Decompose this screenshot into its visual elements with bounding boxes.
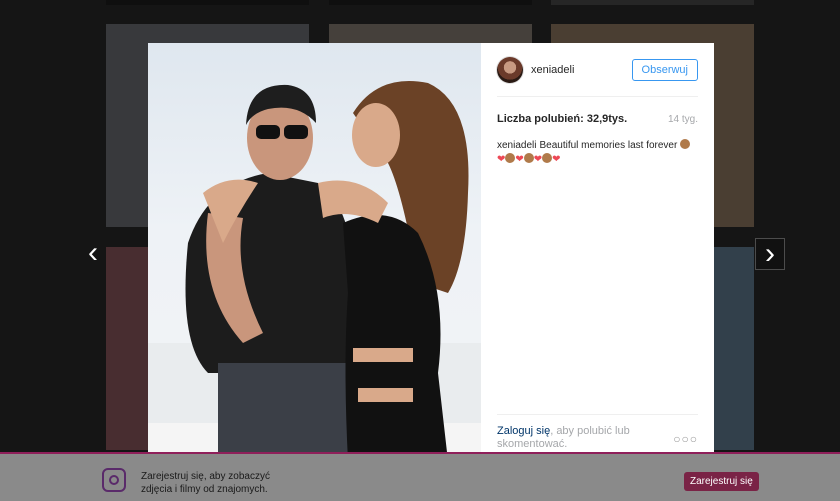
signup-text-rest: , aby zobaczyć: [203, 471, 270, 482]
caption-text: Beautiful memories last forever: [539, 140, 678, 151]
post-header: xeniadeli Obserwuj: [497, 43, 698, 97]
login-link[interactable]: Zaloguj się: [497, 425, 550, 437]
chevron-right-icon[interactable]: ›: [755, 238, 785, 270]
likes-count[interactable]: Liczba polubień: 32,9tys.: [497, 113, 627, 125]
post-footer: Zaloguj się, aby polubić lub skomentować…: [497, 414, 698, 451]
signup-text-link[interactable]: Zarejestruj się: [141, 471, 204, 482]
see-no-evil-monkey-icon: [523, 153, 534, 163]
signup-text-line2: zdjęcia i filmy od znajomych.: [141, 484, 268, 495]
see-no-evil-monkey-icon: [542, 153, 553, 163]
chevron-left-icon[interactable]: ‹: [79, 238, 107, 268]
post-stats: Liczba polubień: 32,9tys. 14 tyg.: [497, 113, 698, 125]
username-link[interactable]: xeniadeli: [531, 64, 632, 76]
see-no-evil-monkey-icon: [680, 139, 691, 149]
avatar[interactable]: [497, 56, 523, 83]
signup-banner: Zarejestruj się, aby zobaczyć zdjęcia i …: [0, 452, 840, 501]
heart-icon: ❤: [533, 154, 543, 165]
post-caption: xeniadeli Beautiful memories last forever…: [497, 139, 698, 167]
heart-icon: ❤: [497, 154, 506, 165]
heart-icon: ❤: [552, 154, 561, 165]
post-modal: xeniadeli Obserwuj Liczba polubień: 32,9…: [148, 43, 714, 461]
heart-icon: ❤: [515, 154, 524, 165]
see-no-evil-monkey-icon: [505, 153, 516, 163]
signup-banner-text: Zarejestruj się, aby zobaczyć zdjęcia i …: [141, 470, 270, 496]
signup-button[interactable]: Zarejestruj się: [684, 472, 759, 491]
post-photo[interactable]: [148, 43, 481, 461]
caption-username-link[interactable]: xeniadeli: [497, 140, 536, 151]
post-photo-illustration: [148, 81, 481, 461]
post-sidebar: xeniadeli Obserwuj Liczba polubień: 32,9…: [481, 43, 714, 461]
more-options-icon[interactable]: ○○○: [673, 433, 698, 446]
post-time[interactable]: 14 tyg.: [668, 114, 698, 125]
instagram-logo-icon: [102, 468, 126, 492]
follow-button[interactable]: Obserwuj: [631, 58, 698, 81]
